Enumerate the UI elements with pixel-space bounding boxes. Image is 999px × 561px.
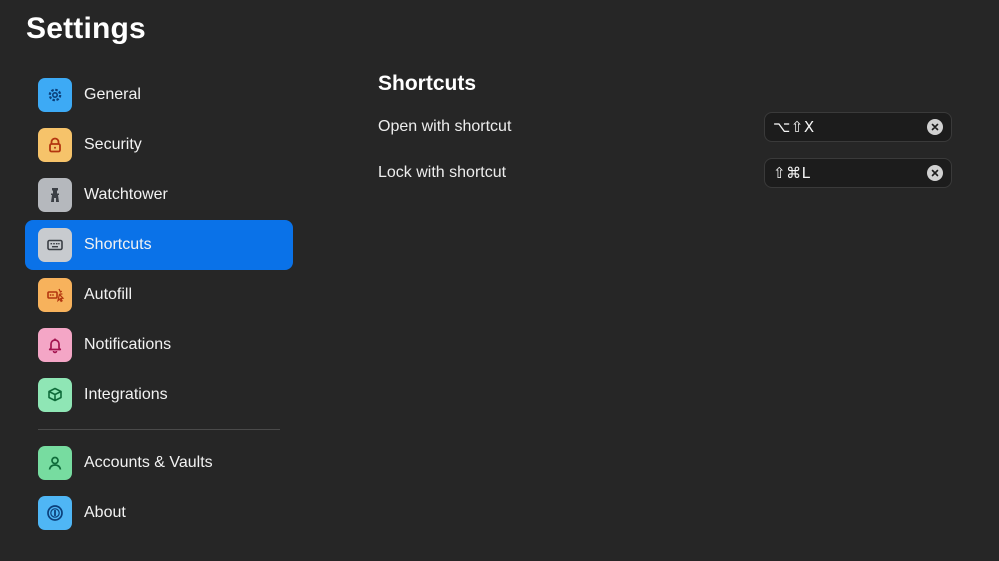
sidebar-item-watchtower[interactable]: Watchtower xyxy=(25,170,293,220)
integrations-icon xyxy=(38,378,72,412)
sidebar-item-security[interactable]: Security xyxy=(25,120,293,170)
lock-shortcut-row: Lock with shortcut ⇧⌘L xyxy=(378,158,952,188)
lock-shortcut-value: ⇧⌘L xyxy=(773,164,811,182)
sidebar-item-label: Autofill xyxy=(84,286,133,303)
person-icon xyxy=(38,446,72,480)
sidebar-item-general[interactable]: General xyxy=(25,70,293,120)
sidebar-item-label: Security xyxy=(84,136,142,153)
open-shortcut-row: Open with shortcut ⌥⇧X xyxy=(378,112,952,142)
sidebar-item-autofill[interactable]: Autofill xyxy=(25,270,293,320)
sidebar-item-shortcuts[interactable]: Shortcuts xyxy=(25,220,293,270)
sidebar-item-integrations[interactable]: Integrations xyxy=(25,370,293,420)
sidebar-item-label: General xyxy=(84,86,141,103)
section-title: Shortcuts xyxy=(378,72,477,95)
lock-shortcut-label: Lock with shortcut xyxy=(378,164,507,181)
sidebar-item-label: Watchtower xyxy=(84,186,168,203)
sidebar-divider xyxy=(38,429,280,430)
sidebar-item-notifications[interactable]: Notifications xyxy=(25,320,293,370)
lock-icon xyxy=(38,128,72,162)
shortcuts-panel: Shortcuts Open with shortcut ⌥⇧X Lock wi… xyxy=(378,70,952,188)
watchtower-icon xyxy=(38,178,72,212)
keyboard-icon xyxy=(38,228,72,262)
gear-icon xyxy=(38,78,72,112)
settings-sidebar: General Security Watchtower Shortcuts Au… xyxy=(25,70,293,538)
sidebar-item-accounts-vaults[interactable]: Accounts & Vaults xyxy=(25,438,293,488)
open-shortcut-field[interactable]: ⌥⇧X xyxy=(764,112,952,142)
open-shortcut-label: Open with shortcut xyxy=(378,118,512,135)
bell-icon xyxy=(38,328,72,362)
sidebar-item-label: Shortcuts xyxy=(84,236,152,253)
sidebar-item-label: Integrations xyxy=(84,386,168,403)
lock-shortcut-field[interactable]: ⇧⌘L xyxy=(764,158,952,188)
open-shortcut-value: ⌥⇧X xyxy=(773,118,815,136)
clear-icon[interactable] xyxy=(927,165,943,181)
autofill-icon xyxy=(38,278,72,312)
sidebar-item-label: Notifications xyxy=(84,336,172,353)
sidebar-item-label: Accounts & Vaults xyxy=(84,454,213,471)
sidebar-item-label: About xyxy=(84,504,126,521)
onepassword-icon xyxy=(38,496,72,530)
page-title: Settings xyxy=(26,12,146,45)
clear-icon[interactable] xyxy=(927,119,943,135)
sidebar-item-about[interactable]: About xyxy=(25,488,293,538)
